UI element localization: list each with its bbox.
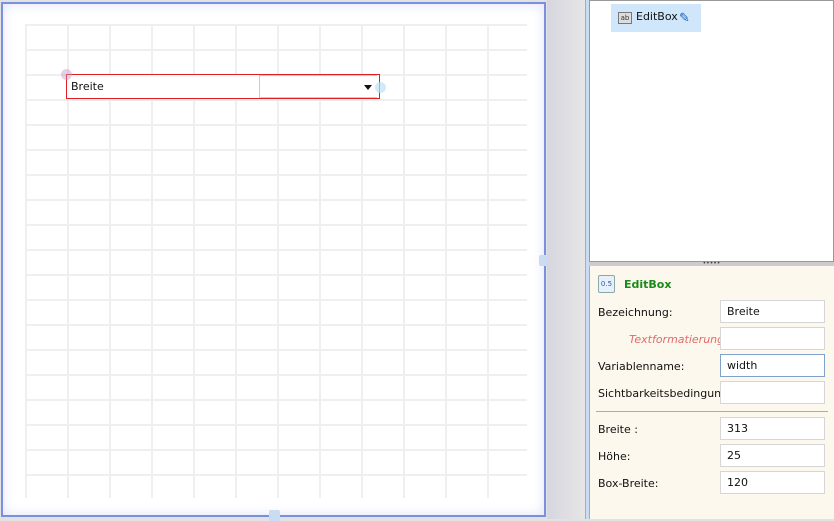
field-hoehe: Höhe: 25 xyxy=(598,444,828,468)
field-bezeichnung: Bezeichnung: Breite xyxy=(598,300,828,324)
pencil-icon[interactable]: ✎ xyxy=(679,11,690,26)
properties-title-text: EditBox xyxy=(624,278,672,291)
field-label: Box-Breite: xyxy=(598,477,659,490)
dropdown-arrow-icon xyxy=(364,85,372,90)
field-breite: Breite : 313 xyxy=(598,417,828,441)
gutter xyxy=(547,0,585,519)
hoehe-input[interactable]: 25 xyxy=(720,444,825,467)
sichtbarkeitsbedingung-input[interactable] xyxy=(720,381,825,404)
properties-panel: 0.5 EditBox Bezeichnung: Breite Textform… xyxy=(589,266,834,519)
field-sichtbarkeit: Sichtbarkeitsbedingung: xyxy=(598,381,828,405)
element-tree: ab EditBox ✎ xyxy=(589,0,834,262)
editbox-icon: ab xyxy=(618,12,632,24)
field-label: Textformatierung: xyxy=(629,333,728,346)
field-textformatierung: Textformatierung: xyxy=(598,327,828,351)
field-label: Breite : xyxy=(598,423,638,436)
field-label: Höhe: xyxy=(598,450,631,463)
box-breite-input[interactable]: 120 xyxy=(720,471,825,494)
breite-input[interactable]: 313 xyxy=(720,417,825,440)
design-canvas[interactable]: Breite xyxy=(1,2,550,521)
canvas-resize-bottom[interactable] xyxy=(269,510,280,521)
editbox-widget[interactable]: Breite xyxy=(66,74,380,99)
tree-item-label: EditBox xyxy=(636,10,678,23)
divider xyxy=(596,411,828,412)
resize-handle[interactable] xyxy=(375,82,386,93)
number-field-icon: 0.5 xyxy=(598,275,615,293)
field-label: Variablenname: xyxy=(598,360,685,373)
tree-item-editbox[interactable]: ab EditBox ✎ xyxy=(611,4,701,32)
move-handle[interactable] xyxy=(61,69,72,80)
widget-label: Breite xyxy=(71,80,104,93)
field-label: Sichtbarkeitsbedingung: xyxy=(598,387,732,400)
field-box-breite: Box-Breite: 120 xyxy=(598,471,828,495)
textformatierung-input[interactable] xyxy=(720,327,825,350)
field-label: Bezeichnung: xyxy=(598,306,673,319)
field-variablenname: Variablenname: width xyxy=(598,354,828,378)
variablenname-input[interactable]: width xyxy=(720,354,825,377)
widget-dropdown[interactable] xyxy=(259,75,377,98)
bezeichnung-input[interactable]: Breite xyxy=(720,300,825,323)
